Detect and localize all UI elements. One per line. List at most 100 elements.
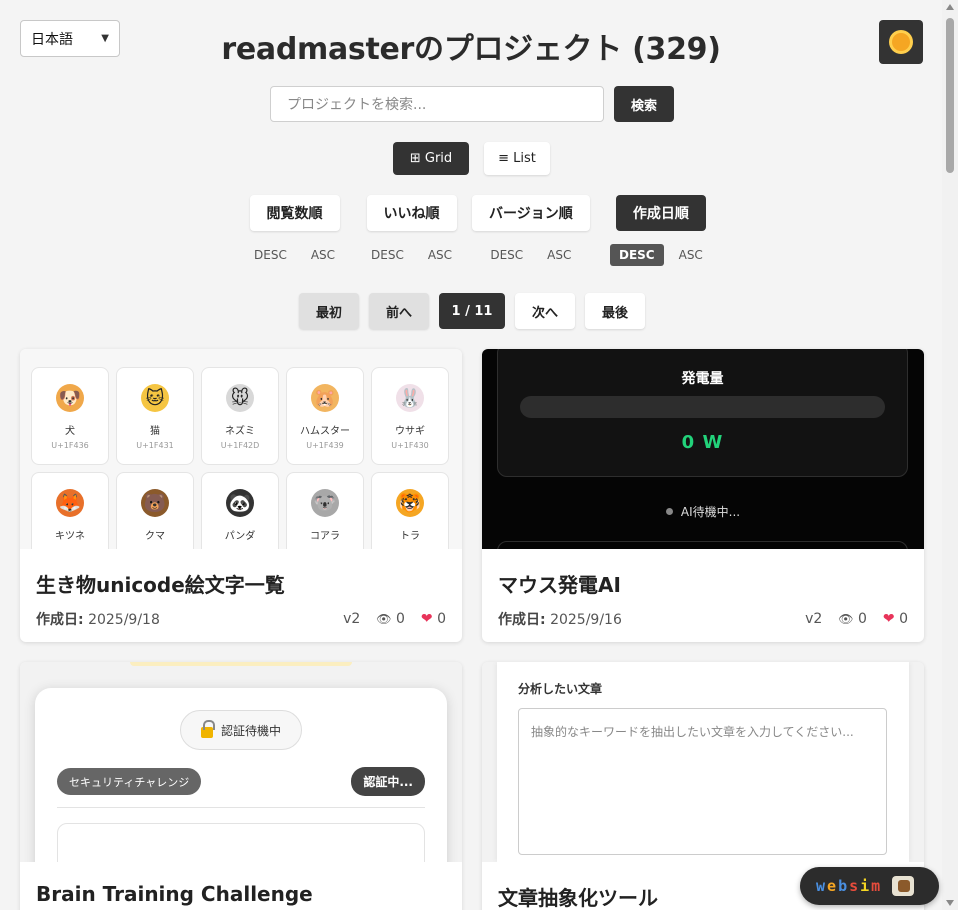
sort-likes-button[interactable]: いいね順: [366, 195, 457, 231]
search-button[interactable]: 検索: [614, 86, 674, 122]
power-progress-bar: [520, 396, 885, 418]
sort-views-asc[interactable]: ASC: [302, 244, 344, 266]
pagination: 最初 前へ 1 / 11 次へ 最後: [299, 293, 645, 329]
heart-icon[interactable]: ❤: [421, 611, 433, 627]
card-preview: 分析したい文章 抽象的なキーワードを抽出したい文章を入力してください...: [482, 662, 924, 862]
sort-likes-asc[interactable]: ASC: [419, 244, 461, 266]
input-label: 分析したい文章: [518, 682, 603, 696]
current-page-indicator: 1 / 11: [439, 293, 505, 329]
sort-group-version: バージョン順 DESC ASC: [472, 195, 590, 266]
bear-face-icon: 🐻: [141, 489, 169, 517]
websim-logo: websim: [816, 877, 882, 895]
sort-group-views: 閲覧数順 DESC ASC: [245, 195, 344, 266]
emoji-cell[interactable]: 🦊 キツネ: [31, 472, 109, 549]
panda-face-icon: 🐼: [226, 489, 254, 517]
emoji-name: パンダ: [224, 531, 256, 542]
date-label: 作成日:: [36, 612, 84, 628]
websim-badge[interactable]: websim: [800, 867, 939, 905]
theme-toggle-button[interactable]: [879, 20, 923, 64]
ai-status-text: AI待機中...: [680, 505, 741, 519]
emoji-cell[interactable]: 🐹 ハムスター U+1F439: [286, 367, 364, 465]
scroll-down-arrow-icon[interactable]: [946, 900, 954, 906]
page-scrollbar[interactable]: [942, 0, 958, 910]
views-count: 0: [857, 611, 867, 627]
koala-face-icon: 🐨: [311, 489, 339, 517]
sun-icon: [892, 33, 910, 51]
sort-created-button[interactable]: 作成日順: [615, 195, 706, 231]
search-bar: プロジェクトを検索... 検索: [270, 86, 674, 122]
tiger-face-icon: 🐯: [396, 489, 424, 517]
heart-icon[interactable]: ❤: [883, 611, 895, 627]
card-preview: 発電量 0 W AI待機中...: [482, 349, 924, 549]
websim-letter: s: [849, 877, 861, 895]
auth-pending-pill: 認証待機中: [180, 710, 302, 750]
emoji-code: U+1F42D: [220, 441, 260, 450]
mouse-face-icon: 🐭: [226, 384, 254, 412]
likes-count: 0: [899, 611, 908, 627]
sort-views-button[interactable]: 閲覧数順: [249, 195, 340, 231]
sort-created-desc[interactable]: DESC: [610, 244, 664, 266]
list-view-button[interactable]: ≡ List: [484, 142, 550, 175]
emoji-cell[interactable]: 🐭 ネズミ U+1F42D: [201, 367, 279, 465]
last-page-button[interactable]: 最後: [585, 293, 645, 329]
emoji-cell[interactable]: 🐱 猫 U+1F431: [116, 367, 194, 465]
cat-face-icon: 🐱: [141, 384, 169, 412]
sort-created-asc[interactable]: ASC: [670, 244, 712, 266]
auth-status-button[interactable]: 認証中...: [351, 767, 425, 796]
emoji-cell[interactable]: 🐯 トラ: [371, 472, 449, 549]
security-challenge-tag: セキュリティチャレンジ: [57, 768, 202, 795]
emoji-cell[interactable]: 🐻 クマ: [116, 472, 194, 549]
view-toggle: ⊞ Grid ≡ List: [393, 142, 550, 175]
scroll-thumb[interactable]: [946, 18, 954, 173]
search-input[interactable]: プロジェクトを検索...: [270, 86, 604, 122]
websim-letter: e: [827, 877, 839, 895]
project-card[interactable]: 🐶 犬 U+1F436 🐱 猫 U+1F431 🐭 ネズミ U+1F42D 🐹 ハムスター U+1F4…: [20, 349, 462, 642]
card-title: 生き物unicode絵文字一覧: [36, 573, 285, 597]
date-label: 作成日:: [498, 612, 546, 628]
websim-letter: m: [871, 877, 883, 895]
emoji-cell[interactable]: 🐨 コアラ: [286, 472, 364, 549]
challenge-panel: 認証待機中 セキュリティチャレンジ 認証中...: [35, 688, 447, 862]
sort-version-desc[interactable]: DESC: [481, 244, 532, 266]
challenge-box: [57, 823, 425, 862]
ai-status: AI待機中...: [482, 503, 924, 520]
project-card[interactable]: 発電量 0 W AI待機中... マウス発電AI 作成日: 2025/9/16 …: [482, 349, 924, 642]
page-title: readmasterのプロジェクト (329): [221, 32, 721, 67]
emoji-code: U+1F436: [51, 441, 89, 450]
emoji-name: クマ: [145, 531, 165, 542]
likes-count: 0: [437, 611, 446, 627]
websim-letter: b: [838, 877, 850, 895]
sort-version-asc[interactable]: ASC: [538, 244, 580, 266]
emoji-name: ネズミ: [225, 426, 255, 437]
power-label: 発電量: [681, 371, 724, 387]
text-input[interactable]: 抽象的なキーワードを抽出したい文章を入力してください...: [518, 708, 887, 855]
power-panel: 発電量 0 W: [497, 349, 908, 477]
prev-page-button[interactable]: 前へ: [369, 293, 429, 329]
sort-views-desc[interactable]: DESC: [245, 244, 296, 266]
emoji-name: ウサギ: [395, 426, 425, 437]
sort-likes-desc[interactable]: DESC: [362, 244, 413, 266]
sort-version-button[interactable]: バージョン順: [472, 195, 590, 231]
card-meta: 作成日: 2025/9/16 v2 👁 0 ❤ 0: [482, 597, 924, 629]
fox-face-icon: 🦊: [56, 489, 84, 517]
emoji-cell[interactable]: 🐰 ウサギ U+1F430: [371, 367, 449, 465]
abstraction-panel: 分析したい文章 抽象的なキーワードを抽出したい文章を入力してください...: [497, 662, 909, 862]
power-value: 0 W: [681, 432, 724, 453]
emoji-name: トラ: [400, 531, 420, 542]
next-page-button[interactable]: 次へ: [515, 293, 575, 329]
first-page-button[interactable]: 最初: [299, 293, 359, 329]
card-meta: 作成日: 2025/9/18 v2 👁 0 ❤ 0: [20, 597, 462, 629]
divider: [57, 807, 425, 808]
emoji-name: コアラ: [310, 531, 340, 542]
card-preview: 🐶 犬 U+1F436 🐱 猫 U+1F431 🐭 ネズミ U+1F42D 🐹 ハムスター U+1F4…: [20, 349, 462, 549]
views-count: 0: [395, 611, 405, 627]
grid-view-button[interactable]: ⊞ Grid: [393, 142, 469, 175]
emoji-cell[interactable]: 🐼 パンダ: [201, 472, 279, 549]
card-preview: 認証待機中 セキュリティチャレンジ 認証中...: [20, 662, 462, 862]
emoji-name: 猫: [150, 426, 160, 437]
emoji-cell[interactable]: 🐶 犬 U+1F436: [31, 367, 109, 465]
emoji-code: U+1F430: [391, 441, 429, 450]
eye-icon: 👁: [376, 612, 392, 626]
project-card[interactable]: 認証待機中 セキュリティチャレンジ 認証中... Brain Training …: [20, 662, 462, 910]
scroll-up-arrow-icon[interactable]: [946, 4, 954, 10]
